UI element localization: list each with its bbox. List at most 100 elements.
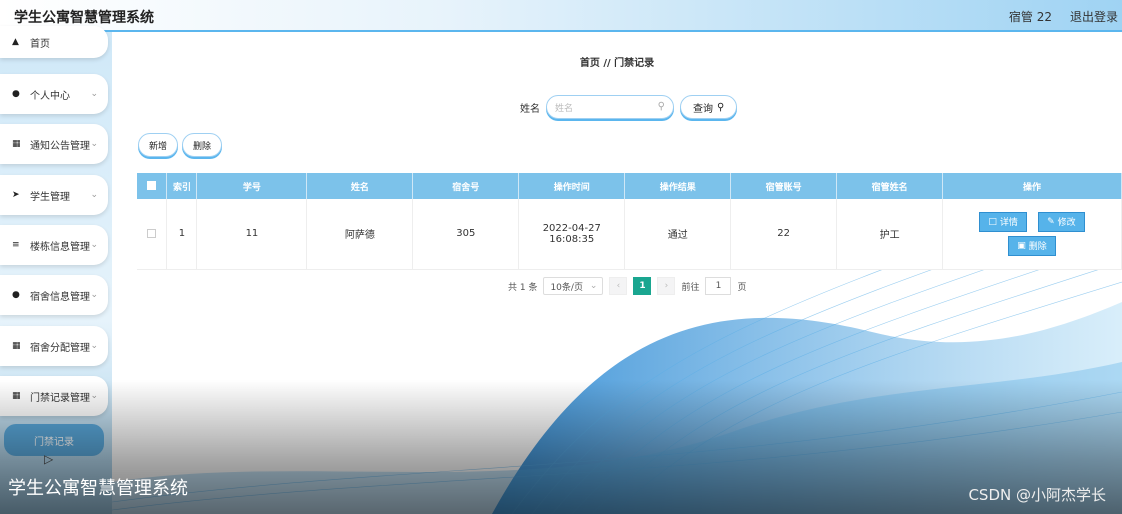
- search-label: 姓名: [520, 103, 540, 115]
- sidebar-item-label: 楼栋信息管理: [30, 241, 90, 253]
- sidebar-item-label: 个人中心: [30, 90, 70, 102]
- goto-suffix: 页: [737, 282, 747, 293]
- sidebar-item-personal[interactable]: ● 个人中心 ⌄: [0, 74, 108, 114]
- row-delete-button[interactable]: ▣ 删除: [1008, 235, 1056, 256]
- chevron-down-icon: ⌄: [589, 281, 598, 291]
- table-row: 1 11 阿萨德 305 2022-04-27 16:08:35 通过 22 护…: [137, 199, 1122, 270]
- row-checkbox[interactable]: [147, 228, 157, 238]
- grid-icon: ▦: [12, 341, 21, 351]
- logout-link[interactable]: 退出登录: [1070, 8, 1118, 25]
- grid-icon: ▦: [12, 391, 21, 401]
- grid-icon: ▦: [12, 139, 21, 149]
- col-student-no: 学号: [196, 173, 308, 199]
- mouse-cursor-icon: ▷: [44, 452, 54, 466]
- sidebar-item-students[interactable]: ➤ 学生管理 ⌄: [0, 175, 108, 215]
- home-icon: ▲: [12, 37, 19, 47]
- sidebar-item-label: 宿舍信息管理: [30, 291, 90, 303]
- col-admin-name: 宿管姓名: [836, 173, 944, 199]
- watermark: CSDN @小阿杰学长: [968, 486, 1106, 504]
- chevron-down-icon: ⌄: [90, 290, 98, 300]
- trash-icon: ▣: [1017, 240, 1026, 251]
- overlay-caption: 学生公寓智慧管理系统: [8, 478, 188, 499]
- search-icon: ⚲: [657, 101, 665, 112]
- sidebar: ▲ 首页 ● 个人中心 ⌄ ▦ 通知公告管理 ⌄ ➤ 学生管理 ⌄ ≡ 楼栋信息…: [0, 26, 112, 514]
- prev-page-button[interactable]: ‹: [609, 277, 628, 295]
- sidebar-item-allocation[interactable]: ▦ 宿舍分配管理 ⌄: [0, 326, 108, 366]
- search-icon: ⚲: [717, 101, 725, 113]
- sidebar-item-label: 门禁记录管理: [30, 392, 90, 404]
- cell-result: 通过: [624, 199, 732, 270]
- app-title: 学生公寓智慧管理系统: [14, 10, 154, 26]
- goto-page-input[interactable]: 1: [705, 277, 732, 295]
- chevron-down-icon: ⌄: [90, 89, 98, 99]
- sidebar-item-access[interactable]: ▦ 门禁记录管理 ⌄: [0, 376, 108, 416]
- add-button[interactable]: 新增: [138, 133, 179, 157]
- detail-button-label: 详情: [999, 218, 1018, 229]
- detail-button[interactable]: □ 详情: [979, 211, 1027, 232]
- query-button[interactable]: 查询 ⚲: [680, 95, 738, 119]
- goto-label: 前往: [681, 282, 700, 293]
- cell-ops: □ 详情 ✎ 修改 ▣ 删除: [942, 199, 1122, 270]
- search-bar: 姓名 姓名 ⚲ 查询 ⚲: [520, 95, 738, 119]
- top-bar: 学生公寓智慧管理系统 宿管 22 退出登录: [0, 0, 1122, 32]
- row-delete-button-label: 删除: [1028, 242, 1047, 253]
- main-content: 首页 // 门禁记录 姓名 姓名 ⚲ 查询 ⚲ 新增 删除 索引 学号 姓名 宿…: [112, 32, 1122, 514]
- send-icon: ➤: [12, 190, 20, 200]
- query-button-label: 查询: [693, 103, 713, 115]
- search-input[interactable]: 姓名 ⚲: [546, 95, 674, 119]
- chevron-down-icon: ⌄: [90, 139, 98, 149]
- chevron-left-icon: ‹: [616, 281, 621, 291]
- sidebar-item-dorms[interactable]: ● 宿舍信息管理 ⌄: [0, 275, 108, 315]
- pagination-total: 共 1 条: [508, 282, 538, 293]
- next-page-button[interactable]: ›: [657, 277, 676, 295]
- page-button-1[interactable]: 1: [633, 277, 652, 295]
- edit-button[interactable]: ✎ 修改: [1038, 211, 1085, 232]
- cell-admin-account: 22: [730, 199, 838, 270]
- select-all-checkbox[interactable]: [147, 181, 157, 190]
- cell-admin-name: 护工: [836, 199, 944, 270]
- search-placeholder: 姓名: [555, 103, 574, 114]
- sidebar-subitem-access-records[interactable]: 门禁记录: [4, 424, 104, 456]
- edit-icon: ✎: [1047, 216, 1055, 227]
- chevron-down-icon: ⌄: [90, 190, 98, 200]
- col-time: 操作时间: [518, 173, 626, 199]
- col-ops: 操作: [942, 173, 1122, 199]
- user-icon: ●: [12, 290, 20, 300]
- chevron-down-icon: ⌄: [90, 240, 98, 250]
- breadcrumb: 首页 // 门禁记录: [579, 58, 655, 69]
- detail-icon: □: [988, 216, 997, 227]
- edit-button-label: 修改: [1057, 218, 1076, 229]
- col-index: 索引: [166, 173, 198, 199]
- row-select-cell: [137, 199, 168, 270]
- user-icon: ●: [12, 89, 20, 99]
- chevron-down-icon: ⌄: [90, 341, 98, 351]
- sidebar-item-label: 宿舍分配管理: [30, 342, 90, 354]
- chevron-right-icon: ›: [664, 281, 669, 291]
- toolbar: 新增 删除: [138, 133, 223, 157]
- col-room: 宿舍号: [412, 173, 520, 199]
- sidebar-item-label: 学生管理: [30, 191, 70, 203]
- cell-index: 1: [166, 199, 198, 270]
- sidebar-item-label: 首页: [30, 38, 50, 50]
- cell-room: 305: [412, 199, 520, 270]
- page-size-value: 10条/页: [550, 282, 583, 293]
- select-all-header[interactable]: [137, 173, 168, 199]
- records-table: 索引 学号 姓名 宿舍号 操作时间 操作结果 宿管账号 宿管姓名 操作 1 11…: [137, 173, 1122, 270]
- current-user: 宿管 22: [1008, 10, 1052, 24]
- table-header-row: 索引 学号 姓名 宿舍号 操作时间 操作结果 宿管账号 宿管姓名 操作: [137, 173, 1122, 199]
- col-name: 姓名: [306, 173, 414, 199]
- chevron-down-icon: ⌄: [90, 391, 98, 401]
- col-admin-account: 宿管账号: [730, 173, 838, 199]
- sidebar-item-notice[interactable]: ▦ 通知公告管理 ⌄: [0, 124, 108, 164]
- cell-student-no: 11: [196, 199, 308, 270]
- sliders-icon: ≡: [12, 240, 20, 250]
- pagination: 共 1 条 10条/页 ⌄ ‹ 1 › 前往 1 页: [508, 277, 746, 295]
- cell-time: 2022-04-27 16:08:35: [518, 199, 626, 270]
- sidebar-item-home[interactable]: ▲ 首页: [0, 26, 108, 58]
- sidebar-item-buildings[interactable]: ≡ 楼栋信息管理 ⌄: [0, 225, 108, 265]
- delete-button[interactable]: 删除: [182, 133, 223, 157]
- col-result: 操作结果: [624, 173, 732, 199]
- page-size-select[interactable]: 10条/页 ⌄: [543, 277, 604, 295]
- sidebar-item-label: 通知公告管理: [30, 140, 90, 152]
- cell-name: 阿萨德: [306, 199, 414, 270]
